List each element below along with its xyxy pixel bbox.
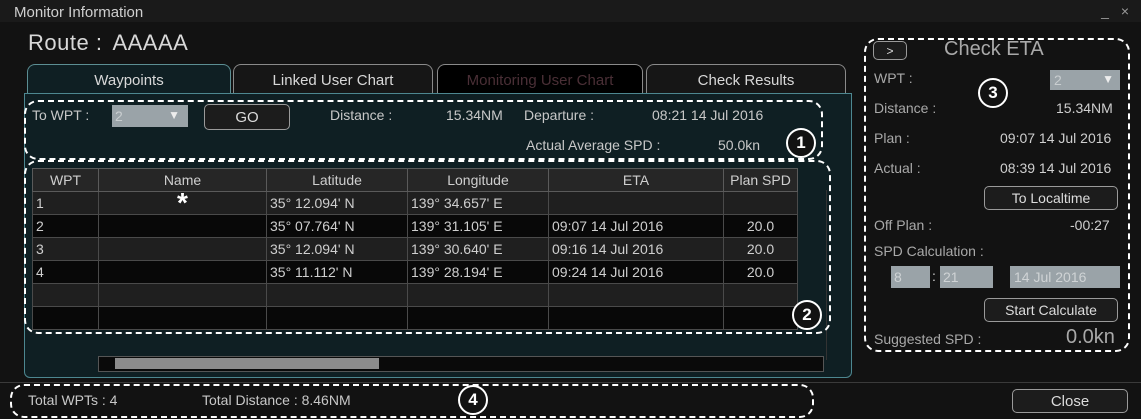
footer-callout-box xyxy=(10,384,814,418)
callout-4: 4 xyxy=(458,385,488,415)
eta-wpt-value: 2 xyxy=(1054,72,1062,88)
start-calculate-button[interactable]: Start Calculate xyxy=(984,298,1118,322)
avg-spd-value: 50.0kn xyxy=(718,137,761,153)
route-name: AAAAA xyxy=(112,30,189,55)
hour-field[interactable]: 8 xyxy=(891,266,930,288)
avg-spd-label: Actual Average SPD : xyxy=(526,137,661,153)
date-field[interactable]: 14 Jul 2016 xyxy=(1010,266,1120,288)
callout-1: 1 xyxy=(786,128,816,158)
off-plan-value: -00:27 xyxy=(1070,217,1110,233)
go-button[interactable]: GO xyxy=(204,104,290,130)
spd-calculation-label: SPD Calculation : xyxy=(874,243,984,259)
total-distance: Total Distance : 8.46NM xyxy=(202,392,351,408)
expand-button[interactable]: > xyxy=(873,41,907,60)
to-wpt-value: 2 xyxy=(115,108,123,124)
time-separator: : xyxy=(932,268,936,284)
eta-distance-value: 15.34NM xyxy=(1056,100,1113,116)
scrollbar-thumb[interactable] xyxy=(115,358,379,369)
actual-value: 08:39 14 Jul 2016 xyxy=(1000,160,1112,176)
actual-label: Actual : xyxy=(874,160,921,176)
monitor-information-window: Monitor Information _ × Route : AAAAA Way… xyxy=(0,0,1141,419)
callout-2: 2 xyxy=(792,300,822,330)
to-localtime-button[interactable]: To Localtime xyxy=(984,186,1118,210)
to-wpt-label: To WPT : xyxy=(32,107,90,123)
tab-linked-user-chart[interactable]: Linked User Chart xyxy=(233,64,433,95)
chevron-down-icon: ▼ xyxy=(1102,72,1114,86)
window-controls[interactable]: _ × xyxy=(1101,3,1133,19)
distance-label: Distance : xyxy=(330,107,393,123)
callout-3: 3 xyxy=(978,78,1008,108)
route-heading: Route : AAAAA xyxy=(28,30,198,56)
plan-value: 09:07 14 Jul 2016 xyxy=(1000,130,1112,146)
tab-monitoring-user-chart: Monitoring User Chart xyxy=(437,64,643,95)
check-eta-title: Check ETA xyxy=(944,38,1044,60)
table-horizontal-scrollbar[interactable] xyxy=(98,356,824,372)
suggested-spd-label: Suggested SPD : xyxy=(874,331,982,347)
footer-divider xyxy=(0,382,1141,383)
to-wpt-dropdown[interactable]: 2 ▼ xyxy=(112,105,188,127)
departure-value: 08:21 14 Jul 2016 xyxy=(652,107,764,123)
off-plan-label: Off Plan : xyxy=(874,217,933,233)
total-wpts: Total WPTs : 4 xyxy=(28,392,118,408)
route-label: Route : xyxy=(28,30,103,55)
plan-label: Plan : xyxy=(874,130,910,146)
eta-wpt-dropdown[interactable]: 2 ▼ xyxy=(1050,70,1120,90)
suggested-spd-value: 0.0kn xyxy=(1066,326,1115,348)
chevron-down-icon: ▼ xyxy=(168,108,180,122)
eta-distance-label: Distance : xyxy=(874,100,937,116)
distance-value: 15.34NM xyxy=(446,107,503,123)
eta-wpt-label: WPT : xyxy=(874,70,913,86)
title-bar xyxy=(0,0,1141,22)
close-button[interactable]: Close xyxy=(1012,389,1128,413)
table-callout-box xyxy=(24,160,831,334)
departure-label: Departure : xyxy=(524,107,595,123)
tab-waypoints[interactable]: Waypoints xyxy=(27,64,231,95)
tab-check-results[interactable]: Check Results xyxy=(646,64,846,95)
minute-field[interactable]: 21 xyxy=(940,266,993,288)
window-title: Monitor Information xyxy=(14,4,144,21)
